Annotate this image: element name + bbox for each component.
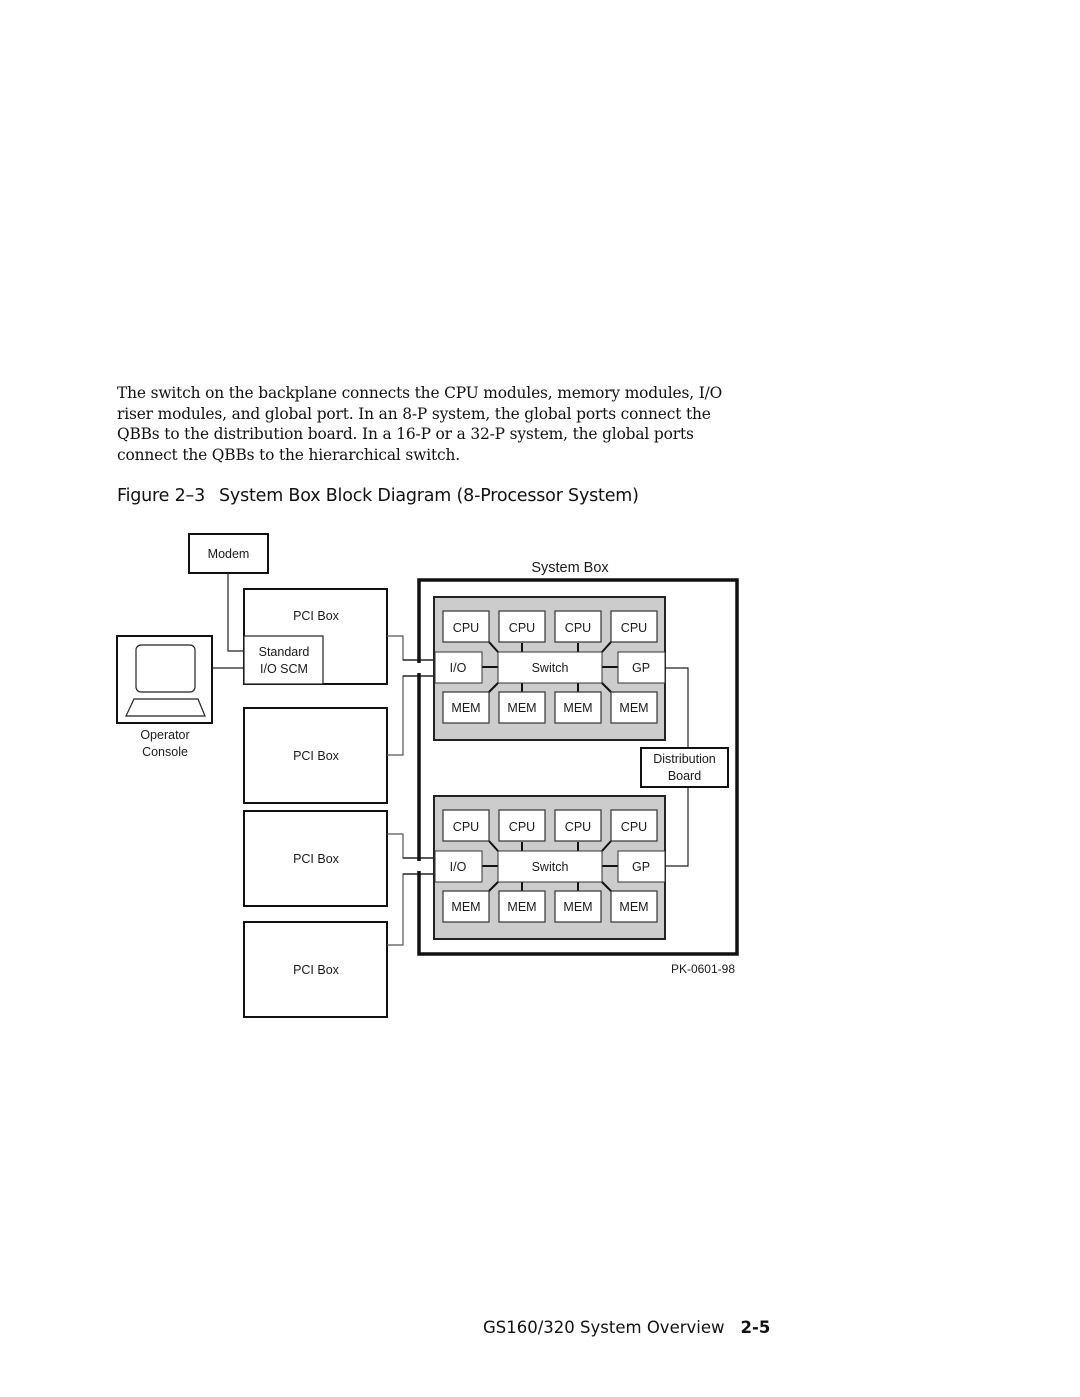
cpu-label: CPU <box>509 820 535 834</box>
monitor-screen-icon <box>135 644 196 693</box>
page-number: 2-5 <box>740 1318 771 1337</box>
standard-io-scm <box>243 635 324 685</box>
scm-label-1: Standard <box>259 645 310 659</box>
operator-console-label-2: Console <box>142 745 188 759</box>
system-box-label: System Box <box>531 560 609 576</box>
cpu-label: CPU <box>565 621 591 635</box>
operator-console-label-1: Operator <box>140 728 189 742</box>
switch-label: Switch <box>532 661 569 675</box>
pci-box-1: PCI Box Standard I/O SCM <box>243 588 388 685</box>
io-label: I/O <box>450 860 467 874</box>
gp-label: GP <box>632 860 650 874</box>
modem-block: Modem <box>188 533 269 574</box>
qbb-2: CPU CPU CPU CPU MEM MEM MEM MEM I/O Switch GP <box>433 795 666 940</box>
mem-label: MEM <box>507 701 536 715</box>
gp-label: GP <box>632 661 650 675</box>
cpu-label: CPU <box>453 621 479 635</box>
figure-id: PK-0601-98 <box>671 962 735 976</box>
mem-label: MEM <box>563 701 592 715</box>
pci-box-2: PCI Box <box>243 707 388 804</box>
distribution-label-2: Board <box>668 769 701 783</box>
pci-box-label: PCI Box <box>293 749 340 763</box>
pci-box-label: PCI Box <box>293 963 340 977</box>
pci-box-4: PCI Box <box>243 921 388 1018</box>
switch-label: Switch <box>532 860 569 874</box>
page-footer: GS160/320 System Overview 2-5 <box>483 1318 770 1337</box>
modem-connector <box>227 573 244 652</box>
cpu-label: CPU <box>565 820 591 834</box>
operator-console: Operator Console <box>116 635 213 759</box>
io-label: I/O <box>450 661 467 675</box>
cpu-label: CPU <box>509 621 535 635</box>
distribution-label-1: Distribution <box>653 752 716 766</box>
pci-connectors <box>387 635 434 946</box>
mem-label: MEM <box>563 900 592 914</box>
pci-box-label: PCI Box <box>293 852 340 866</box>
keyboard-icon <box>125 698 206 717</box>
mem-label: MEM <box>619 701 648 715</box>
mem-label: MEM <box>451 701 480 715</box>
cpu-label: CPU <box>621 820 647 834</box>
scm-label-2: I/O SCM <box>260 662 308 676</box>
mem-label: MEM <box>619 900 648 914</box>
pci-box-3: PCI Box <box>243 810 388 907</box>
cpu-label: CPU <box>453 820 479 834</box>
pci-box-label: PCI Box <box>293 609 340 623</box>
mem-label: MEM <box>507 900 536 914</box>
modem-label: Modem <box>208 547 250 561</box>
block-diagram: Modem Operator Console PCI Box Standard … <box>116 533 739 1018</box>
qbb-1: CPU CPU CPU CPU MEM MEM MEM MEM I/O Switch GP <box>433 596 666 741</box>
footer-section: GS160/320 System Overview <box>483 1318 725 1337</box>
cpu-label: CPU <box>621 621 647 635</box>
mem-label: MEM <box>451 900 480 914</box>
